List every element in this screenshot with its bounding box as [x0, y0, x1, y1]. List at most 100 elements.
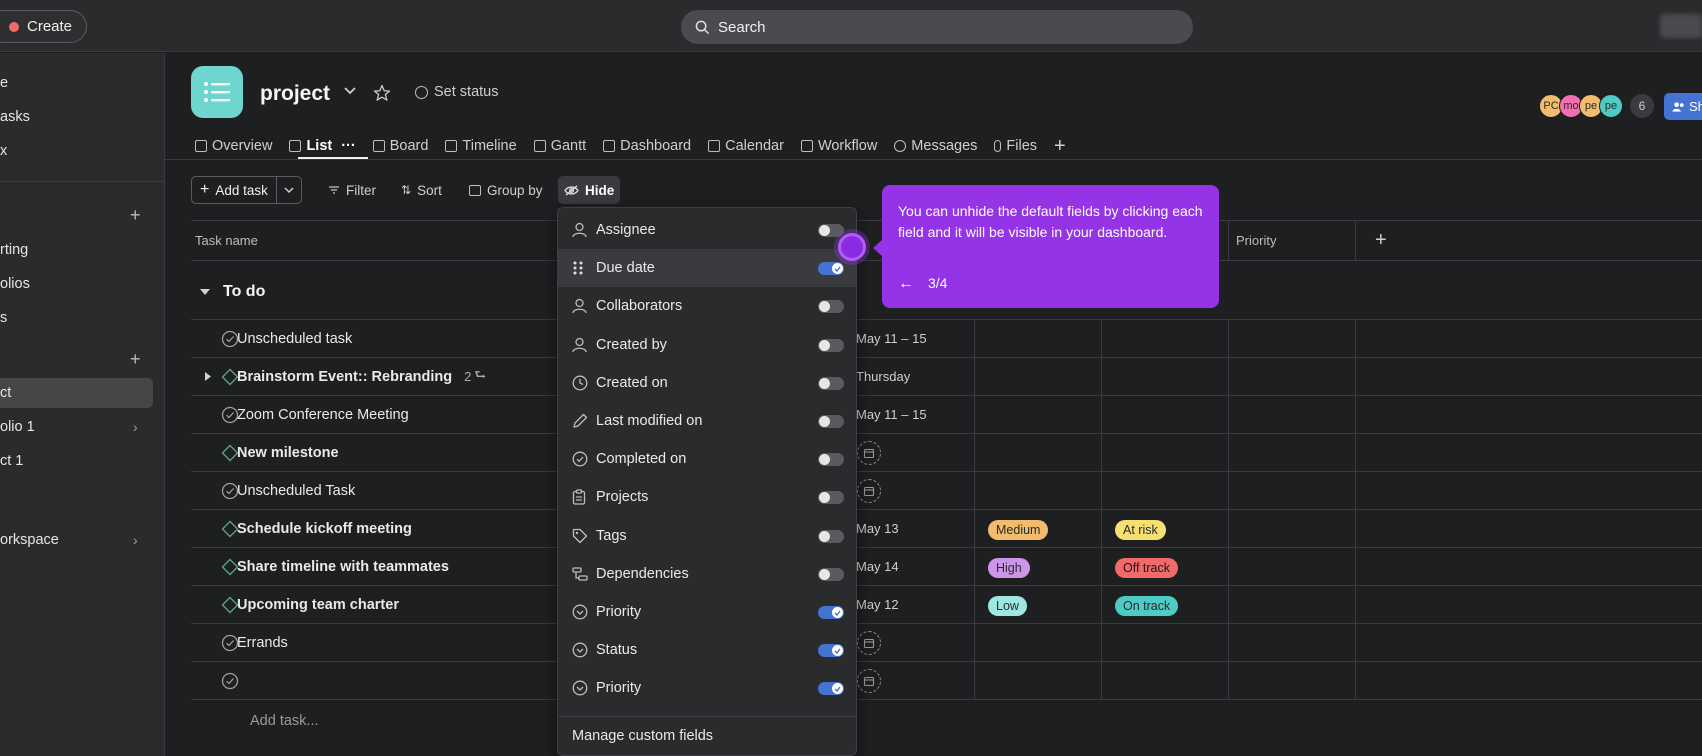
add-task-inline[interactable]: Add task...	[250, 713, 319, 729]
task-name[interactable]: Share timeline with teammates	[237, 548, 449, 585]
hide-field-created-on[interactable]: Created on	[558, 364, 856, 402]
search-input[interactable]: Search	[681, 10, 1193, 44]
table-row[interactable]: Unscheduled task May 11 – 15	[191, 320, 1702, 358]
task-name[interactable]: Zoom Conference Meeting	[237, 396, 409, 433]
sidebar-item-project[interactable]: ct	[0, 378, 153, 408]
field-toggle[interactable]	[818, 606, 844, 619]
sidebar-item-inbox[interactable]: x	[0, 136, 153, 166]
drag-handle-icon[interactable]	[572, 260, 584, 276]
member-count-badge[interactable]: 6	[1630, 94, 1654, 118]
caret-right-icon[interactable]	[204, 371, 212, 382]
due-date[interactable]: May 11 – 15	[856, 320, 927, 357]
task-name[interactable]: Errands	[237, 624, 288, 661]
field-toggle[interactable]	[818, 300, 844, 314]
project-icon[interactable]	[191, 66, 243, 118]
add-task-dropdown[interactable]	[277, 177, 301, 203]
hide-field-projects[interactable]: Projects	[558, 478, 856, 516]
due-date[interactable]: May 13	[856, 510, 899, 547]
sidebar-item-project-1[interactable]: ct 1	[0, 446, 153, 476]
tab-overview[interactable]: Overview	[195, 134, 272, 158]
hide-field-collaborators[interactable]: Collaborators	[558, 287, 856, 325]
hide-field-completed-on[interactable]: Completed on	[558, 440, 856, 478]
add-task-button[interactable]: + Add task	[191, 176, 302, 204]
tab-more-icon[interactable]: ···	[341, 138, 356, 154]
table-row[interactable]: Errands	[191, 624, 1702, 662]
add-due-date-button[interactable]	[857, 631, 881, 655]
arrow-left-icon[interactable]: ←	[898, 273, 914, 294]
tab-dashboard[interactable]: Dashboard	[603, 134, 691, 158]
share-button[interactable]: Sh	[1664, 93, 1702, 120]
field-toggle[interactable]	[818, 682, 844, 696]
sort-button[interactable]: ⇅ Sort	[395, 176, 448, 204]
field-toggle[interactable]	[818, 262, 844, 276]
field-toggle[interactable]	[818, 338, 844, 352]
group-by-button[interactable]: Group by	[463, 176, 549, 204]
field-toggle[interactable]	[818, 376, 844, 390]
sidebar-item-portfolio-1[interactable]: olio 1 ›	[0, 412, 153, 442]
tab-gantt[interactable]: Gantt	[533, 134, 586, 158]
chevron-down-icon[interactable]	[343, 86, 357, 96]
member-avatars[interactable]: PC mo pe pe	[1539, 94, 1623, 118]
table-row[interactable]: New milestone	[191, 434, 1702, 472]
guide-hotspot[interactable]	[838, 233, 866, 261]
sidebar-item-portfolios[interactable]: olios	[0, 269, 153, 299]
task-name[interactable]: Upcoming team charter	[237, 586, 399, 623]
field-toggle[interactable]	[818, 491, 844, 505]
hide-field-priority[interactable]: Priority	[558, 593, 856, 631]
field-toggle[interactable]	[818, 224, 844, 237]
task-name[interactable]: Unscheduled task	[237, 320, 352, 357]
priority-badge[interactable]: Medium	[988, 520, 1049, 540]
field-toggle[interactable]	[818, 644, 844, 658]
col-priority[interactable]: Priority	[1232, 221, 1276, 260]
field-toggle[interactable]	[818, 453, 844, 467]
set-status-button[interactable]: Set status	[415, 84, 498, 100]
insights-add-icon[interactable]: +	[130, 206, 141, 224]
tab-messages[interactable]: Messages	[894, 134, 977, 158]
due-date[interactable]: Thursday	[856, 358, 910, 395]
tab-timeline[interactable]: Timeline	[445, 134, 517, 158]
add-due-date-button[interactable]	[857, 441, 881, 465]
status-badge[interactable]: At risk	[1115, 520, 1166, 540]
field-toggle[interactable]	[818, 529, 844, 543]
profile-avatar[interactable]	[1660, 14, 1702, 38]
add-column-button[interactable]: +	[1371, 221, 1387, 260]
table-row[interactable]: Brainstorm Event:: Rebranding 2 ⮑ Thursday	[191, 358, 1702, 396]
hide-field-priority[interactable]: Priority	[558, 669, 856, 707]
manage-custom-fields-button[interactable]: Manage custom fields	[572, 728, 713, 744]
sidebar-item-workspace[interactable]: orkspace ›	[0, 525, 153, 555]
task-name[interactable]: Brainstorm Event:: Rebranding 2 ⮑	[237, 358, 486, 395]
due-date[interactable]: May 11 – 15	[856, 396, 927, 433]
tab-list[interactable]: List ···	[289, 134, 356, 158]
hide-field-last-modified-on[interactable]: Last modified on	[558, 402, 856, 440]
add-due-date-button[interactable]	[857, 669, 881, 693]
sidebar-item-my-tasks[interactable]: asks	[0, 102, 153, 132]
task-name[interactable]: Unscheduled Task	[237, 472, 355, 509]
due-date[interactable]: May 12	[856, 586, 899, 623]
filter-button[interactable]: Filter	[322, 176, 382, 204]
sidebar-item-home[interactable]: e	[0, 68, 153, 98]
hide-button[interactable]: Hide	[558, 176, 621, 204]
add-task-main[interactable]: + Add task	[192, 177, 277, 203]
task-name[interactable]: Schedule kickoff meeting	[237, 510, 412, 547]
table-row[interactable]: Unscheduled Task	[191, 472, 1702, 510]
hide-field-created-by[interactable]: Created by	[558, 326, 856, 364]
table-row[interactable]: Upcoming team charter May 12 Low On track	[191, 586, 1702, 624]
field-toggle[interactable]	[818, 567, 844, 581]
add-due-date-button[interactable]	[857, 479, 881, 503]
due-date[interactable]: May 14	[856, 548, 899, 585]
priority-badge[interactable]: High	[988, 558, 1030, 578]
sidebar-item-goals[interactable]: s	[0, 303, 153, 333]
create-button[interactable]: Create	[0, 10, 88, 43]
table-row[interactable]: Schedule kickoff meeting May 13 Medium At r…	[191, 510, 1702, 548]
tab-workflow[interactable]: Workflow	[800, 134, 877, 158]
subtask-count[interactable]: 2 ⮑	[464, 366, 486, 388]
tab-files[interactable]: Files	[994, 134, 1037, 158]
tab-board[interactable]: Board	[372, 134, 428, 158]
table-row[interactable]: Share timeline with teammates May 14 High O…	[191, 548, 1702, 586]
field-toggle[interactable]	[818, 415, 844, 428]
tab-calendar[interactable]: Calendar	[708, 134, 784, 158]
col-task-name[interactable]: Task name	[191, 221, 258, 260]
check-circle-icon[interactable]	[221, 672, 239, 690]
status-badge[interactable]: Off track	[1115, 558, 1179, 578]
hide-field-status[interactable]: Status	[558, 631, 856, 669]
